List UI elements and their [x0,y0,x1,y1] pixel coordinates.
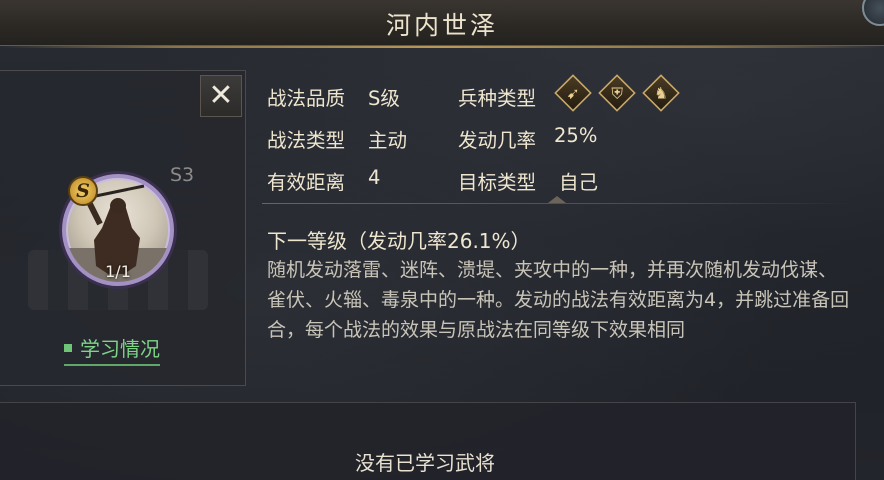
target-label: 目标类型 [458,171,537,194]
trigger-rate-value: 25% [554,124,598,147]
quality-value: S级 [368,87,400,110]
unit-type-icons: ➹ ⛨ ♞ [554,74,680,112]
range-value: 4 [368,166,381,189]
trigger-rate-label: 发动几率 [458,129,537,152]
unit-type-label: 兵种类型 [458,87,537,110]
bullet-icon [64,343,72,352]
shield-icon: ⛨ [598,74,636,112]
target-value: 自己 [559,171,599,194]
unit-type-row: 兵种类型 [458,82,536,111]
divider-ornament [548,196,566,203]
learn-status-label: 学习情况 [80,337,160,361]
divider [262,203,854,204]
quality-label: 战法品质 [267,87,346,110]
skill-type-row: 战法类型 主动 [267,124,407,153]
no-learned-generals-text: 没有已学习武将 [355,451,495,475]
learn-status-link[interactable]: 学习情况 [64,333,160,366]
skill-description: 随机发动落雷、迷阵、溃堤、夹攻中的一种，并再次随机发动伐谋、雀伏、火辎、毒泉中的… [267,259,850,341]
quality-row: 战法品质 S级 [267,82,400,111]
skill-level-tag: S3 [170,164,195,186]
trigger-rate-row: 发动几率 25% [458,124,597,153]
page-title: 河内世泽 [385,11,498,40]
target-row: 目标类型 自己 [458,166,598,195]
crossbow-icon: ➹ [554,74,592,112]
skill-type-value: 主动 [368,129,408,152]
rank-badge: S [68,176,98,206]
range-label: 有效距离 [267,171,346,194]
next-level-heading: 下一等级（发动几率26.1%） [267,229,531,253]
range-row: 有效距离 4 [267,166,380,195]
cavalry-icon: ♞ [642,74,680,112]
close-icon: ✕ [208,78,234,113]
skill-type-label: 战法类型 [267,129,346,152]
title-bar: 河内世泽 [0,0,884,48]
close-button[interactable]: ✕ [200,75,242,117]
skill-count: 1/1 [105,262,131,281]
